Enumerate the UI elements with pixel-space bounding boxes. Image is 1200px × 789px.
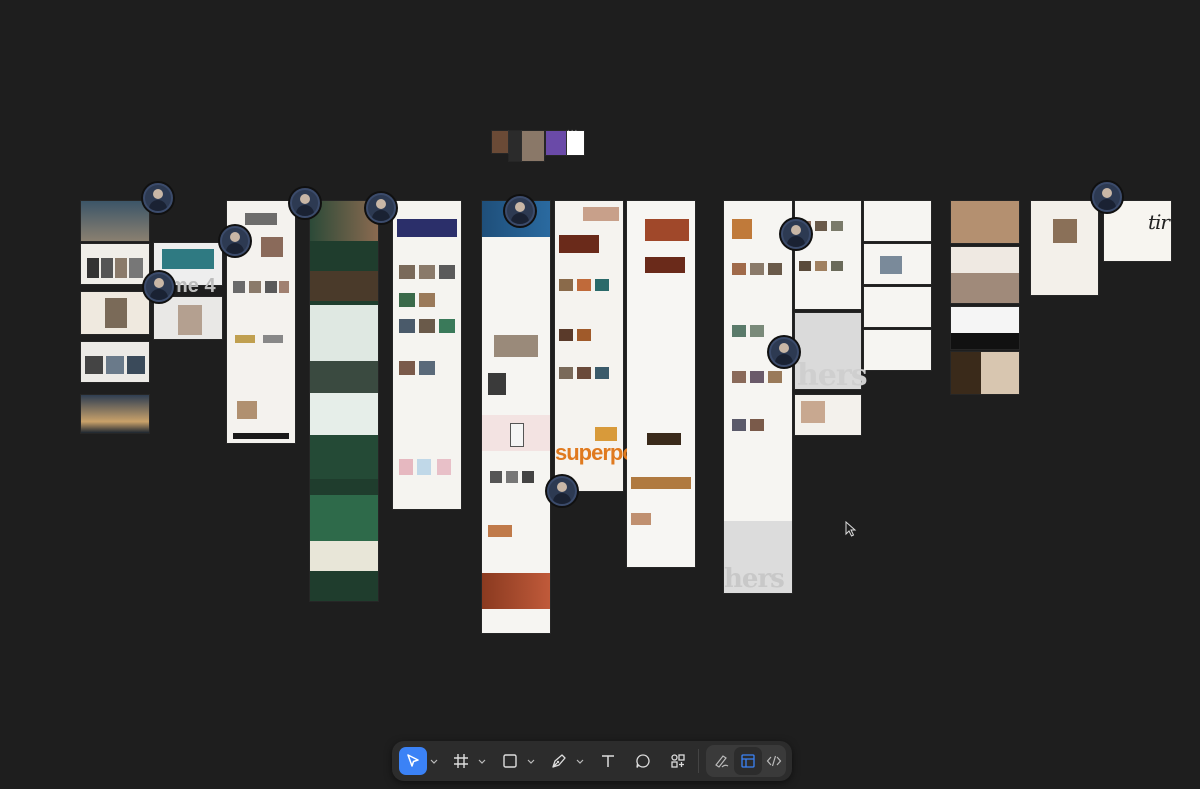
chevron-down-icon[interactable] [527,755,535,767]
components-icon [671,754,685,768]
thumbnail-frame[interactable] [522,131,544,161]
chevron-down-icon[interactable] [430,755,438,767]
design-frame[interactable] [951,307,1019,349]
hash-frame-icon [454,754,468,768]
collaborator-avatar[interactable] [220,226,250,256]
collaborator-avatar[interactable] [144,272,174,302]
toolbar-divider [698,749,699,773]
design-frame[interactable] [864,244,931,284]
collaborator-avatar[interactable] [290,188,320,218]
text-tool-button[interactable] [594,747,622,775]
design-frame[interactable] [795,395,861,435]
design-frame[interactable] [864,201,931,241]
collaborator-avatar[interactable] [769,337,799,367]
pen-tool-button[interactable] [545,747,573,775]
design-frame[interactable] [393,201,461,509]
design-frame[interactable] [951,247,1019,303]
design-frame[interactable] [154,297,222,339]
chevron-down-icon[interactable] [478,755,486,767]
thumbnail-frame[interactable] [567,131,584,155]
design-frame[interactable] [482,201,550,633]
design-layout-icon [741,754,755,768]
comment-tool-button[interactable] [629,747,657,775]
actions-tool-button[interactable] [664,747,692,775]
thumbnail-frame[interactable] [546,131,566,155]
design-frame[interactable] [81,201,149,241]
design-frame[interactable] [81,342,149,382]
design-frame[interactable] [864,287,931,327]
design-frame[interactable] [795,201,861,309]
chevron-down-icon[interactable] [576,755,584,767]
hers-wordmark: hers [797,358,868,393]
pen-icon [552,754,566,768]
design-canvas[interactable]: ... me 4 superpower hers hers tir [0,0,1200,789]
design-frame[interactable] [81,395,149,433]
design-frame[interactable] [310,201,378,601]
design-mode-button[interactable] [734,747,762,775]
design-frame[interactable] [1031,201,1098,295]
rectangle-icon [503,754,517,768]
collaborator-avatar[interactable] [505,196,535,226]
thumbnail-frame[interactable] [492,131,508,153]
collaborator-avatar[interactable] [143,183,173,213]
code-brackets-icon [766,755,782,767]
bottom-toolbar [392,741,792,781]
design-frame[interactable] [951,352,1019,394]
comment-bubble-icon [636,754,650,768]
hers-wordmark: hers [724,564,785,594]
design-frame[interactable] [864,330,931,370]
frame-name-label: me 4 [170,275,216,297]
tin-wordmark: tir [1148,210,1170,234]
collaborator-avatar[interactable] [781,219,811,249]
collaborator-avatar[interactable] [366,193,396,223]
mode-switcher [706,745,786,777]
move-tool-button[interactable] [399,747,427,775]
design-frame[interactable] [81,292,149,334]
draw-mode-button[interactable] [708,747,736,775]
cursor-arrow-icon [407,754,419,767]
thumbnail-frame[interactable] [509,131,521,161]
design-frame[interactable] [627,201,695,567]
dev-mode-button[interactable] [760,747,788,775]
frame-tool-button[interactable] [447,747,475,775]
design-frame[interactable] [724,201,792,593]
shape-tool-button[interactable] [496,747,524,775]
design-frame[interactable] [951,201,1019,243]
collaborator-avatar[interactable] [547,476,577,506]
mouse-cursor-icon [845,521,857,537]
design-frame[interactable] [81,244,149,284]
pencil-scribble-icon [715,755,729,768]
text-icon [602,755,614,767]
collaborator-avatar[interactable] [1092,182,1122,212]
